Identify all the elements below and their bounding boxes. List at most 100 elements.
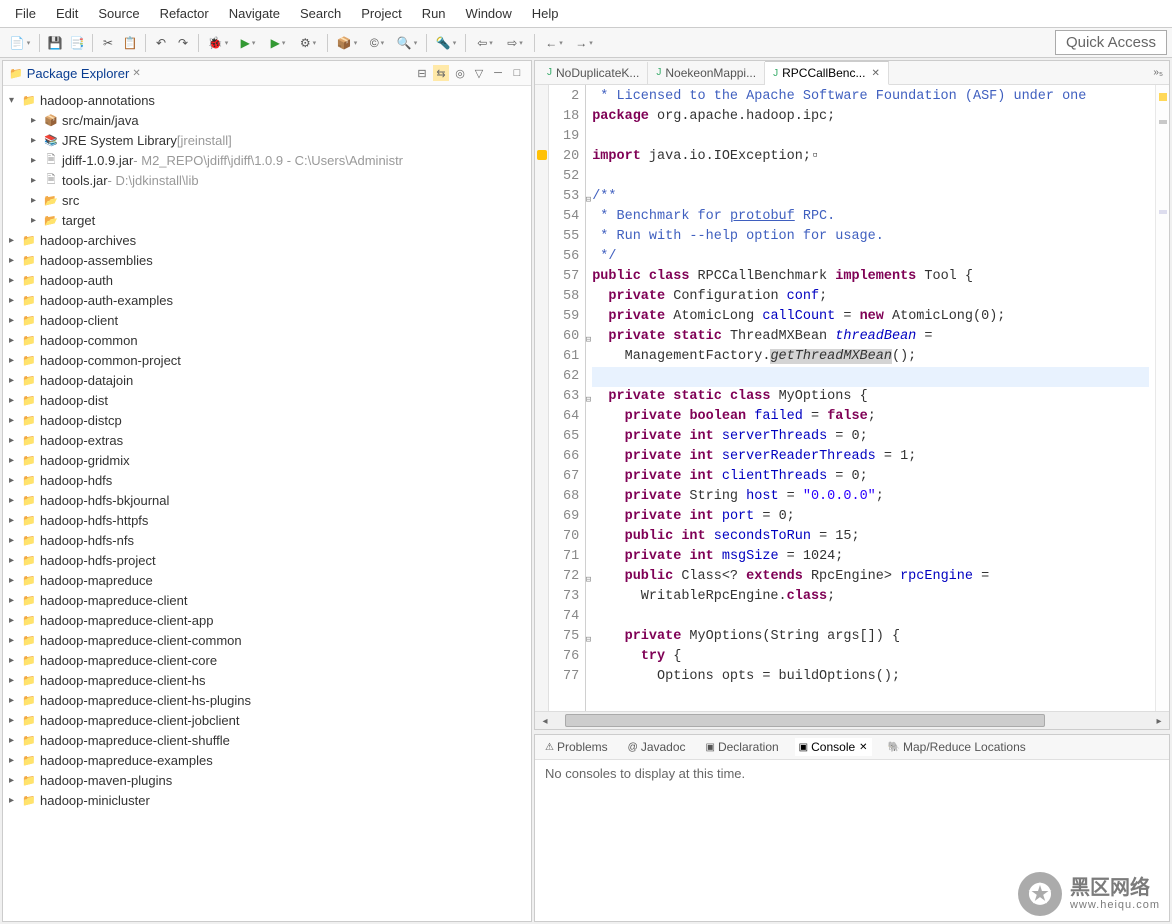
copy-button[interactable]: 📋 <box>120 33 140 53</box>
expander-icon[interactable]: ▸ <box>9 435 21 446</box>
menu-search[interactable]: Search <box>290 3 351 24</box>
expander-icon[interactable]: ▸ <box>31 215 43 226</box>
bottom-tab-javadoc[interactable]: @Javadoc <box>624 738 690 756</box>
menu-navigate[interactable]: Navigate <box>219 3 290 24</box>
expander-icon[interactable]: ▸ <box>9 295 21 306</box>
tree-item[interactable]: ▸📁hadoop-hdfs <box>3 470 531 490</box>
expander-icon[interactable]: ▸ <box>9 415 21 426</box>
tree-item[interactable]: ▸📁hadoop-hdfs-httpfs <box>3 510 531 530</box>
tree-item[interactable]: ▸📁hadoop-mapreduce-client-core <box>3 650 531 670</box>
new-button[interactable]: 📄 <box>6 33 34 53</box>
expander-icon[interactable]: ▸ <box>9 795 21 806</box>
annotation-nav-fwd-button[interactable]: ⇨ <box>501 33 529 53</box>
forward-button[interactable]: → <box>570 33 598 53</box>
debug-button[interactable]: 🐞 <box>204 33 232 53</box>
expander-icon[interactable]: ▸ <box>31 175 43 186</box>
bottom-tab-problems[interactable]: ⚠Problems <box>541 738 612 756</box>
tree-item[interactable]: ▸📁hadoop-hdfs-bkjournal <box>3 490 531 510</box>
tree-item[interactable]: ▸📁hadoop-common-project <box>3 350 531 370</box>
expander-icon[interactable]: ▸ <box>9 355 21 366</box>
scrollbar-thumb[interactable] <box>565 714 1045 727</box>
tree-item[interactable]: ▸📂target <box>3 210 531 230</box>
tree-item[interactable]: ▸📁hadoop-maven-plugins <box>3 770 531 790</box>
tree-item[interactable]: ▸📁hadoop-hdfs-project <box>3 550 531 570</box>
expander-icon[interactable]: ▸ <box>9 595 21 606</box>
editor-horizontal-scrollbar[interactable]: ◂ ▸ <box>535 711 1169 729</box>
bottom-tab-declaration[interactable]: ▣Declaration <box>702 738 783 756</box>
package-explorer-tree[interactable]: ▾📁hadoop-annotations▸📦src/main/java▸📚JRE… <box>3 86 531 921</box>
expander-icon[interactable]: ▾ <box>9 95 21 106</box>
expander-icon[interactable]: ▸ <box>9 575 21 586</box>
redo-button[interactable]: ↷ <box>173 33 193 53</box>
tree-item[interactable]: ▸📁hadoop-archives <box>3 230 531 250</box>
cut-button[interactable]: ✂ <box>98 33 118 53</box>
expander-icon[interactable]: ▸ <box>9 555 21 566</box>
expander-icon[interactable]: ▸ <box>9 635 21 646</box>
menu-edit[interactable]: Edit <box>46 3 88 24</box>
tree-item[interactable]: ▸📁hadoop-mapreduce-examples <box>3 750 531 770</box>
menu-source[interactable]: Source <box>88 3 149 24</box>
link-editor-icon[interactable]: ⇆ <box>433 65 449 81</box>
tree-item[interactable]: ▸📁hadoop-mapreduce-client-hs <box>3 670 531 690</box>
menu-project[interactable]: Project <box>351 3 411 24</box>
bottom-tab-map-reduce-locations[interactable]: 🐘Map/Reduce Locations <box>884 738 1030 756</box>
tree-item[interactable]: ▸📁hadoop-extras <box>3 430 531 450</box>
expander-icon[interactable]: ▸ <box>9 655 21 666</box>
tree-item[interactable]: ▸📁hadoop-mapreduce-client <box>3 590 531 610</box>
expander-icon[interactable]: ▸ <box>9 375 21 386</box>
tree-item[interactable]: ▸📁hadoop-datajoin <box>3 370 531 390</box>
quick-access[interactable]: Quick Access <box>1055 30 1167 55</box>
close-view-icon[interactable]: ✕ <box>132 68 140 79</box>
bottom-tab-console[interactable]: ▣Console ✕ <box>795 738 872 756</box>
tree-item[interactable]: ▸📁hadoop-auth-examples <box>3 290 531 310</box>
expander-icon[interactable]: ▸ <box>31 135 43 146</box>
show-list-icon[interactable]: »₅ <box>1147 67 1169 78</box>
expander-icon[interactable]: ▸ <box>9 715 21 726</box>
expander-icon[interactable]: ▸ <box>9 735 21 746</box>
tree-item[interactable]: ▸📁hadoop-client <box>3 310 531 330</box>
overview-ruler[interactable] <box>1155 85 1169 711</box>
tree-item[interactable]: ▸📦src/main/java <box>3 110 531 130</box>
editor-tab[interactable]: JRPCCallBenc...✕ <box>765 61 889 85</box>
expander-icon[interactable]: ▸ <box>9 335 21 346</box>
open-type-button[interactable]: 🔍 <box>393 33 421 53</box>
expander-icon[interactable]: ▸ <box>9 455 21 466</box>
tree-item[interactable]: ▸🗎jdiff-1.0.9.jar - M2_REPO\jdiff\jdiff\… <box>3 150 531 170</box>
editor-tab[interactable]: JNoekeonMappi... <box>648 62 765 84</box>
external-tools-button[interactable]: ⚙ <box>294 33 322 53</box>
run-last-button[interactable]: ▶ <box>264 33 292 53</box>
collapse-all-icon[interactable]: ⊟ <box>414 65 430 81</box>
tree-item[interactable]: ▸📁hadoop-mapreduce-client-common <box>3 630 531 650</box>
expander-icon[interactable]: ▸ <box>9 615 21 626</box>
tree-item[interactable]: ▸📁hadoop-mapreduce-client-hs-plugins <box>3 690 531 710</box>
focus-task-icon[interactable]: ◎ <box>452 65 468 81</box>
expander-icon[interactable]: ▸ <box>9 275 21 286</box>
tree-item[interactable]: ▸📁hadoop-mapreduce-client-app <box>3 610 531 630</box>
expander-icon[interactable]: ▸ <box>9 535 21 546</box>
tree-item[interactable]: ▸📁hadoop-hdfs-nfs <box>3 530 531 550</box>
run-button[interactable]: ▶ <box>234 33 262 53</box>
tree-item[interactable]: ▸📁hadoop-mapreduce-client-shuffle <box>3 730 531 750</box>
close-tab-icon[interactable]: ✕ <box>871 68 879 79</box>
expander-icon[interactable]: ▸ <box>9 315 21 326</box>
close-tab-icon[interactable]: ✕ <box>859 742 867 753</box>
expander-icon[interactable]: ▸ <box>9 695 21 706</box>
save-button[interactable]: 💾 <box>45 33 65 53</box>
expander-icon[interactable]: ▸ <box>9 775 21 786</box>
expander-icon[interactable]: ▸ <box>9 515 21 526</box>
tree-item[interactable]: ▾📁hadoop-annotations <box>3 90 531 110</box>
tree-item[interactable]: ▸🗎tools.jar - D:\jdkinstall\lib <box>3 170 531 190</box>
expander-icon[interactable]: ▸ <box>31 195 43 206</box>
code-area[interactable]: * Licensed to the Apache Software Founda… <box>586 85 1155 711</box>
search-button[interactable]: 🔦 <box>432 33 460 53</box>
tree-item[interactable]: ▸📁hadoop-common <box>3 330 531 350</box>
expander-icon[interactable]: ▸ <box>9 235 21 246</box>
expander-icon[interactable]: ▸ <box>31 155 43 166</box>
tree-item[interactable]: ▸📁hadoop-auth <box>3 270 531 290</box>
tree-item[interactable]: ▸📁hadoop-mapreduce-client-jobclient <box>3 710 531 730</box>
menu-window[interactable]: Window <box>456 3 522 24</box>
expander-icon[interactable]: ▸ <box>9 755 21 766</box>
tree-item[interactable]: ▸📁hadoop-dist <box>3 390 531 410</box>
expander-icon[interactable]: ▸ <box>9 675 21 686</box>
menu-help[interactable]: Help <box>522 3 569 24</box>
